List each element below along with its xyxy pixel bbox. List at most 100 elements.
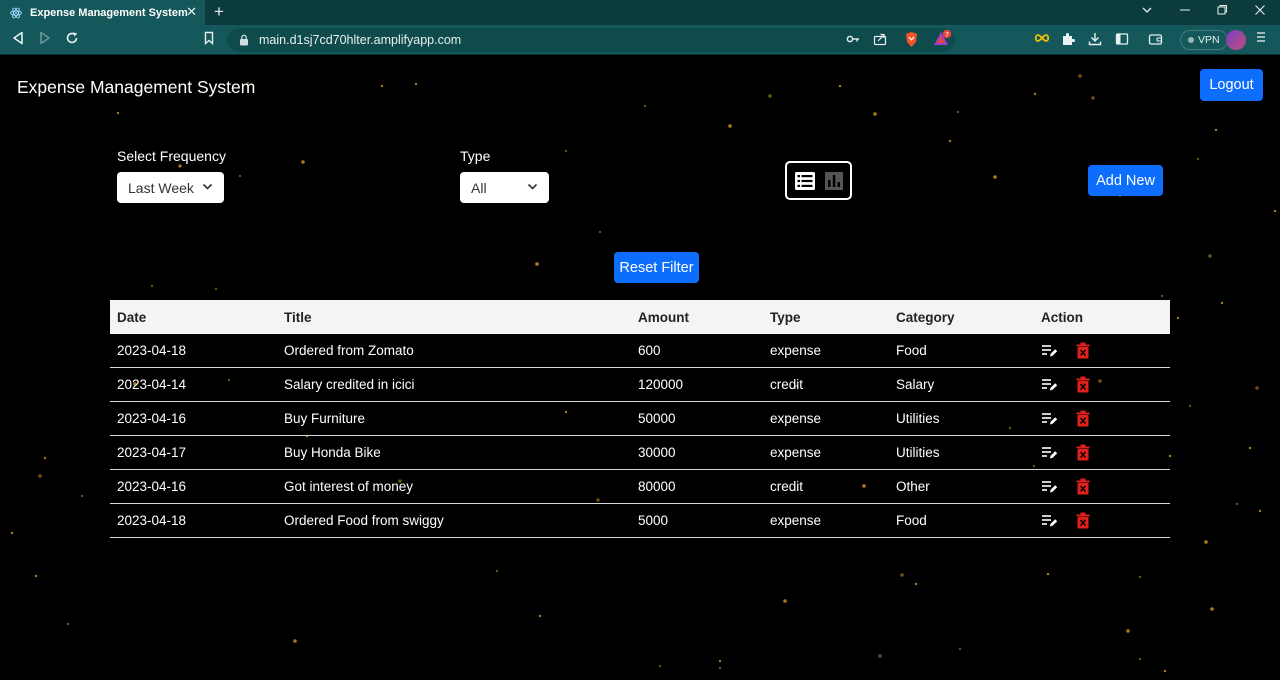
cell-amount: 80000 <box>638 479 676 494</box>
star-dot <box>1248 446 1252 450</box>
star-dot <box>564 149 568 153</box>
star-dot <box>838 84 842 88</box>
extensions-puzzle-icon[interactable] <box>1061 32 1075 46</box>
star-dot <box>1176 316 1180 320</box>
brave-rewards-icon[interactable]: 7 <box>932 29 952 49</box>
list-view-icon[interactable] <box>794 171 816 191</box>
star-dot <box>993 175 997 179</box>
trash-icon[interactable] <box>1076 478 1090 495</box>
browser-tab-bar: Expense Management System ✕ + <box>0 0 1280 25</box>
cell-amount: 120000 <box>638 377 684 392</box>
cell-type: expense <box>770 411 822 426</box>
minimize-icon[interactable] <box>1179 4 1191 20</box>
profile-avatar[interactable] <box>1226 30 1246 50</box>
cell-category: Food <box>896 343 927 358</box>
star-dot <box>1210 607 1214 611</box>
cell-action <box>1034 444 1170 461</box>
star-dot <box>66 622 70 626</box>
trash-icon[interactable] <box>1076 376 1090 393</box>
menu-icon[interactable] <box>1256 30 1266 48</box>
star-dot <box>718 666 722 670</box>
address-omnibox[interactable]: main.d1sj7cd70hlter.amplifyapp.com 7 <box>227 28 955 52</box>
close-window-icon[interactable] <box>1254 4 1266 20</box>
key-icon[interactable] <box>846 32 860 46</box>
edit-icon[interactable] <box>1041 344 1058 358</box>
star-dot <box>1126 629 1130 633</box>
url-text: main.d1sj7cd70hlter.amplifyapp.com <box>259 33 462 47</box>
frequency-label: Select Frequency <box>117 148 226 164</box>
reset-filter-button[interactable]: Reset Filter <box>614 252 699 283</box>
type-select[interactable]: All <box>460 172 549 203</box>
cell-title: Got interest of money <box>284 479 414 494</box>
brave-shields-icon[interactable] <box>904 31 919 48</box>
logout-button[interactable]: Logout <box>1200 69 1263 101</box>
tab-search-chevron-icon[interactable] <box>1141 4 1153 20</box>
star-dot <box>414 82 418 86</box>
star-dot <box>495 569 499 573</box>
cell-category: Food <box>896 513 927 528</box>
trash-icon[interactable] <box>1076 410 1090 427</box>
cell-date: 2023-04-14 <box>117 377 187 392</box>
star-dot <box>956 110 960 114</box>
star-dot <box>718 659 722 663</box>
back-icon[interactable] <box>12 31 24 45</box>
cell-amount: 30000 <box>638 445 676 460</box>
star-dot <box>1196 157 1200 161</box>
cell-title: Salary credited in icici <box>284 377 415 392</box>
tab-close-icon[interactable]: ✕ <box>186 5 197 19</box>
bookmark-icon[interactable] <box>203 31 215 45</box>
star-dot <box>1220 301 1224 305</box>
star-dot <box>116 111 120 115</box>
table-header: Date Title Amount Type Category Action <box>110 300 1170 334</box>
table-row: 2023-04-16 Got interest of money 80000 cred… <box>110 470 1170 504</box>
forward-icon[interactable] <box>39 31 51 45</box>
star-dot <box>1188 404 1192 408</box>
star-dot <box>1033 92 1037 96</box>
star-dot <box>1204 540 1208 544</box>
sidebar-icon[interactable] <box>1115 32 1129 46</box>
extension-infinity-icon[interactable] <box>1034 32 1050 44</box>
star-dot <box>768 94 772 98</box>
star-dot <box>535 262 539 266</box>
cell-category: Utilities <box>896 445 940 460</box>
star-dot <box>1138 657 1142 661</box>
cell-action <box>1034 512 1170 529</box>
new-tab-icon[interactable]: + <box>214 1 224 23</box>
edit-icon[interactable] <box>1041 412 1058 426</box>
add-new-button[interactable]: Add New <box>1088 165 1163 196</box>
cell-category: Utilities <box>896 411 940 426</box>
trash-icon[interactable] <box>1076 342 1090 359</box>
app-page: Expense Management System Logout Select … <box>0 56 1280 680</box>
star-dot <box>1046 572 1050 576</box>
table-row: 2023-04-17 Buy Honda Bike 30000 expense Util… <box>110 436 1170 470</box>
vpn-button[interactable]: VPN <box>1180 30 1228 50</box>
browser-tab[interactable]: Expense Management System ✕ <box>0 0 205 25</box>
wallet-icon[interactable] <box>1148 32 1163 46</box>
cell-title: Ordered Food from swiggy <box>284 513 444 528</box>
edit-icon[interactable] <box>1041 480 1058 494</box>
cell-type: expense <box>770 445 822 460</box>
trash-icon[interactable] <box>1076 512 1090 529</box>
header-category: Category <box>896 309 955 325</box>
star-dot <box>728 124 732 128</box>
edit-icon[interactable] <box>1041 514 1058 528</box>
trash-icon[interactable] <box>1076 444 1090 461</box>
share-icon[interactable] <box>873 32 887 46</box>
cell-title: Buy Honda Bike <box>284 445 381 460</box>
cell-category: Salary <box>896 377 935 392</box>
bar-chart-icon[interactable] <box>824 171 844 191</box>
restore-icon[interactable] <box>1216 4 1228 20</box>
reload-icon[interactable] <box>65 31 79 45</box>
edit-icon[interactable] <box>1041 446 1058 460</box>
cell-type: credit <box>770 479 804 494</box>
header-date: Date <box>117 309 147 325</box>
star-dot <box>900 573 904 577</box>
cell-amount: 600 <box>638 343 661 358</box>
download-icon[interactable] <box>1088 32 1102 46</box>
star-dot <box>301 160 305 164</box>
star-dot <box>1235 502 1239 506</box>
header-amount: Amount <box>638 309 689 325</box>
frequency-select[interactable]: Last Week <box>117 172 224 203</box>
edit-icon[interactable] <box>1041 378 1058 392</box>
chevron-down-icon <box>202 181 213 192</box>
